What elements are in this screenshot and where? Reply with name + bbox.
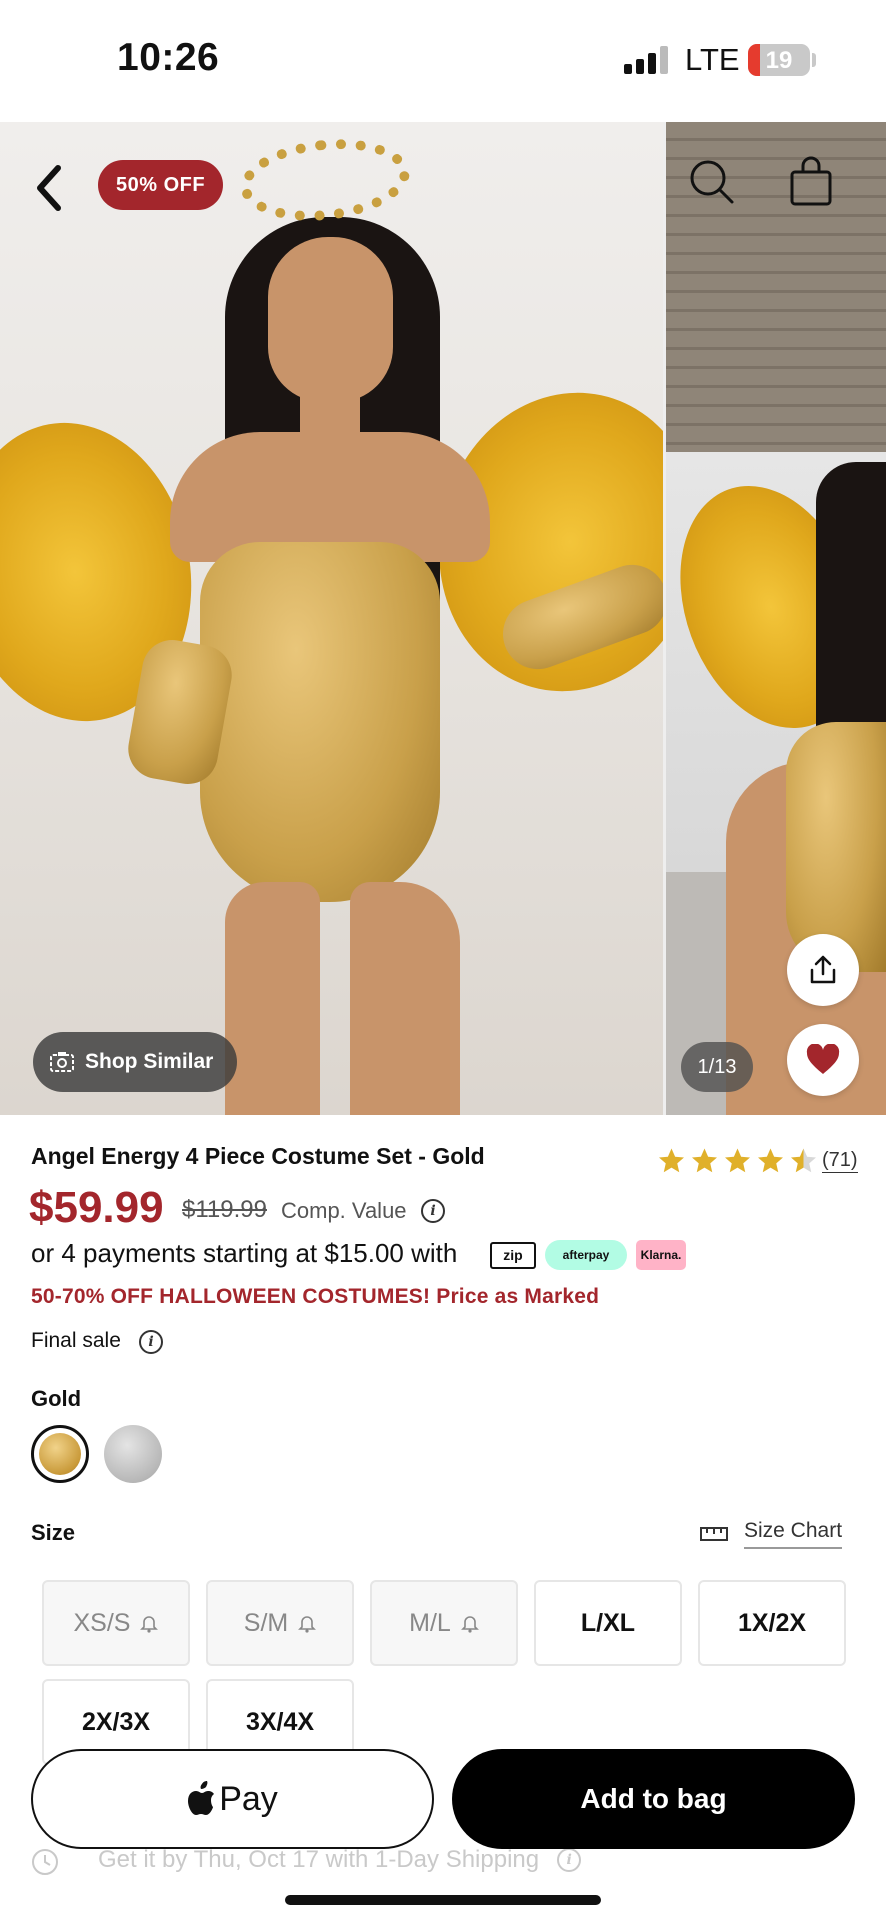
apple-logo-icon bbox=[188, 1781, 215, 1815]
size-option[interactable]: M/L bbox=[370, 1580, 518, 1666]
network-type: LTE bbox=[685, 42, 740, 77]
afterpay-logo[interactable]: afterpay bbox=[545, 1240, 627, 1270]
product-photo-main[interactable]: 50% OFF Shop Similar bbox=[0, 122, 663, 1115]
status-bar: 10:26 LTE 19 bbox=[0, 0, 886, 122]
color-swatch-gold[interactable] bbox=[31, 1425, 89, 1483]
apple-pay-button[interactable]: Pay bbox=[31, 1749, 434, 1849]
color-swatch-silver[interactable] bbox=[104, 1425, 162, 1483]
size-option[interactable]: S/M bbox=[206, 1580, 354, 1666]
shipping-info-icon[interactable]: i bbox=[557, 1848, 582, 1872]
discount-badge: 50% OFF bbox=[98, 160, 224, 210]
product-title: Angel Energy 4 Piece Costume Set - Gold bbox=[31, 1143, 485, 1169]
size-option-label: 2X/3X bbox=[81, 1707, 151, 1736]
ruler-icon bbox=[700, 1527, 728, 1541]
comp-value-label: Comp. Value bbox=[281, 1198, 407, 1223]
rating-stars[interactable] bbox=[656, 1146, 819, 1176]
cellular-signal-icon bbox=[624, 46, 670, 74]
star-icon bbox=[758, 1148, 783, 1173]
selected-color-label: Gold bbox=[31, 1386, 82, 1411]
apple-pay-label: Pay bbox=[219, 1779, 278, 1818]
status-time: 10:26 bbox=[117, 36, 220, 79]
size-option-label: S/M bbox=[243, 1608, 289, 1637]
promo-message: 50-70% OFF HALLOWEEN COSTUMES! Price as … bbox=[31, 1285, 600, 1308]
product-image-gallery[interactable]: 50% OFF Shop Similar 1/13 bbox=[0, 122, 886, 1115]
shopping-bag-icon[interactable] bbox=[788, 156, 834, 208]
star-icon bbox=[791, 1148, 816, 1173]
shipping-text: Get it by Thu, Oct 17 with 1-Day Shippin… bbox=[98, 1846, 540, 1873]
battery-tip bbox=[812, 53, 816, 67]
size-chart-label: Size Chart bbox=[744, 1519, 843, 1549]
battery-icon: 19 bbox=[748, 44, 810, 76]
heart-icon bbox=[806, 1044, 840, 1074]
size-option[interactable]: XS/S bbox=[42, 1580, 190, 1666]
home-indicator bbox=[285, 1895, 601, 1905]
share-icon bbox=[810, 955, 836, 984]
size-option-label: XS/S bbox=[73, 1608, 131, 1637]
notify-bell-icon bbox=[460, 1616, 479, 1633]
shop-similar-label: Shop Similar bbox=[85, 1050, 214, 1073]
sale-price: $59.99 bbox=[29, 1183, 164, 1232]
notify-bell-icon bbox=[140, 1616, 159, 1633]
star-icon bbox=[725, 1148, 750, 1173]
favorite-button[interactable] bbox=[787, 1024, 859, 1096]
star-icon bbox=[659, 1148, 684, 1173]
battery-level: 19 bbox=[765, 47, 793, 74]
klarna-logo[interactable]: Klarna. bbox=[636, 1240, 686, 1270]
back-arrow-icon[interactable] bbox=[28, 158, 72, 218]
share-button[interactable] bbox=[787, 934, 859, 1006]
camera-icon bbox=[50, 1052, 74, 1072]
final-sale-info-icon[interactable]: i bbox=[139, 1330, 163, 1354]
size-option-label: 3X/4X bbox=[245, 1707, 315, 1736]
size-option-label: L/XL bbox=[580, 1608, 636, 1637]
zip-logo[interactable]: zip bbox=[490, 1242, 536, 1269]
size-option-label: 1X/2X bbox=[737, 1608, 807, 1637]
original-price: $119.99 bbox=[182, 1196, 267, 1223]
star-icon bbox=[692, 1148, 717, 1173]
shop-similar-button[interactable]: Shop Similar bbox=[33, 1032, 237, 1092]
search-icon[interactable] bbox=[688, 158, 738, 208]
review-count-link[interactable]: (71) bbox=[822, 1148, 858, 1173]
add-to-bag-button[interactable]: Add to bag bbox=[452, 1749, 855, 1849]
image-page-counter: 1/13 bbox=[681, 1042, 753, 1092]
comp-value-info-icon[interactable]: i bbox=[421, 1199, 445, 1223]
size-option[interactable]: 1X/2X bbox=[698, 1580, 846, 1666]
size-option-label: M/L bbox=[409, 1608, 451, 1637]
size-chart-link[interactable]: Size Chart bbox=[700, 1519, 843, 1549]
final-sale-label: Final sale bbox=[31, 1329, 121, 1352]
installment-text: or 4 payments starting at $15.00 with bbox=[31, 1238, 458, 1268]
alarm-clock-icon bbox=[32, 1849, 58, 1875]
size-label: Size bbox=[31, 1520, 76, 1545]
size-option[interactable]: L/XL bbox=[534, 1580, 682, 1666]
notify-bell-icon bbox=[298, 1616, 317, 1633]
